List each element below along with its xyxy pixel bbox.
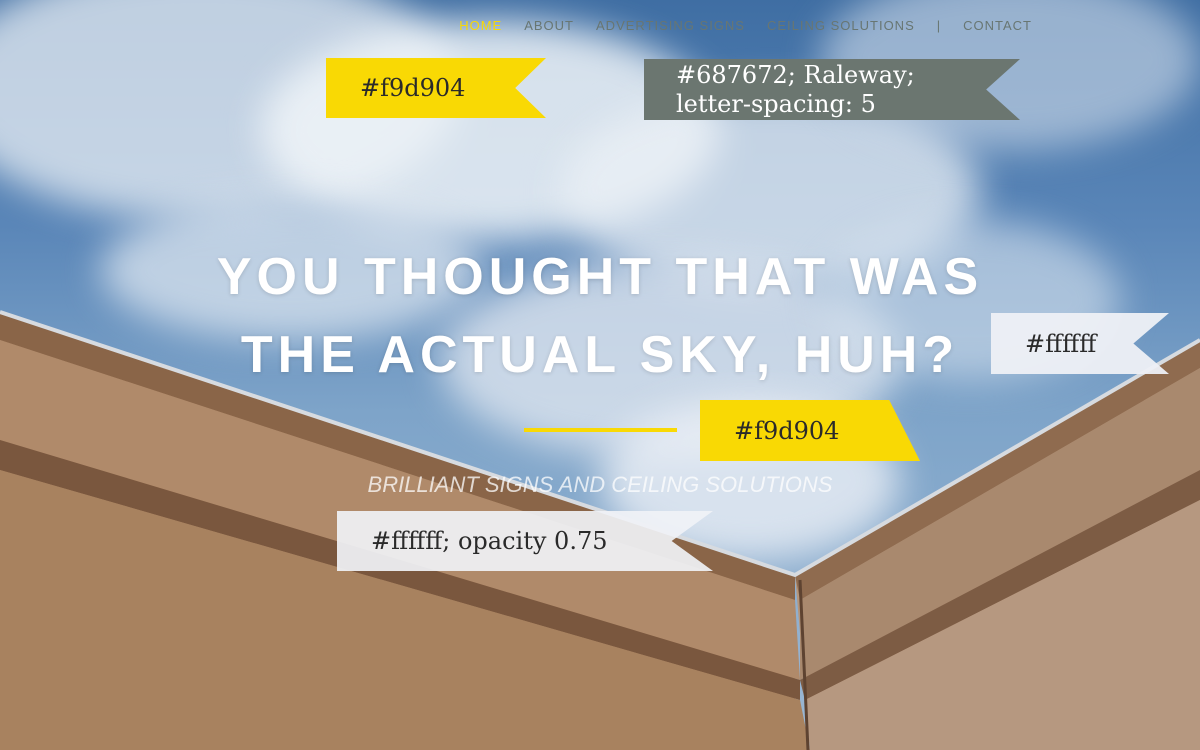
annotation-subtitle-style: #ffffff; opacity 0.75 [337,511,713,571]
nav-item-contact[interactable]: CONTACT [963,18,1032,33]
annotation-nav-style: #687672; Raleway; letter-spacing: 5 [644,59,1020,120]
nav-item-about[interactable]: ABOUT [524,18,574,33]
nav-item-advertising-signs[interactable]: ADVERTISING SIGNS [596,18,745,33]
annotation-text: #f9d904 [360,74,466,102]
hero-title-line-2: THE ACTUAL SKY, HUH? [240,326,960,384]
annotation-text: #f9d904 [734,416,840,445]
nav-separator: | [936,18,942,33]
annotation-text-line-2: letter-spacing: 5 [676,89,876,118]
main-nav: HOME ABOUT ADVERTISING SIGNS CEILING SOL… [459,18,1032,33]
nav-item-ceiling-solutions[interactable]: CEILING SOLUTIONS [767,18,915,33]
annotation-text-line-1: #687672; Raleway; [676,60,915,89]
annotation-text: #ffffff; opacity 0.75 [371,527,608,555]
nav-item-home[interactable]: HOME [459,18,502,33]
hero-title-line-1: YOU THOUGHT THAT WAS [216,248,984,306]
hero-stage: HOME ABOUT ADVERTISING SIGNS CEILING SOL… [0,0,1200,750]
hero-subtitle: BRILLIANT SIGNS AND CEILING SOLUTIONS [367,472,833,497]
annotation-nav-active-color: #f9d904 [326,58,546,118]
annotation-rule-color: #f9d904 [700,400,920,461]
annotation-text: #ffffff [1025,329,1097,358]
hero-divider [524,428,677,432]
hero-title: YOU THOUGHT THAT WAS THE ACTUAL SKY, HUH… [150,238,1050,394]
